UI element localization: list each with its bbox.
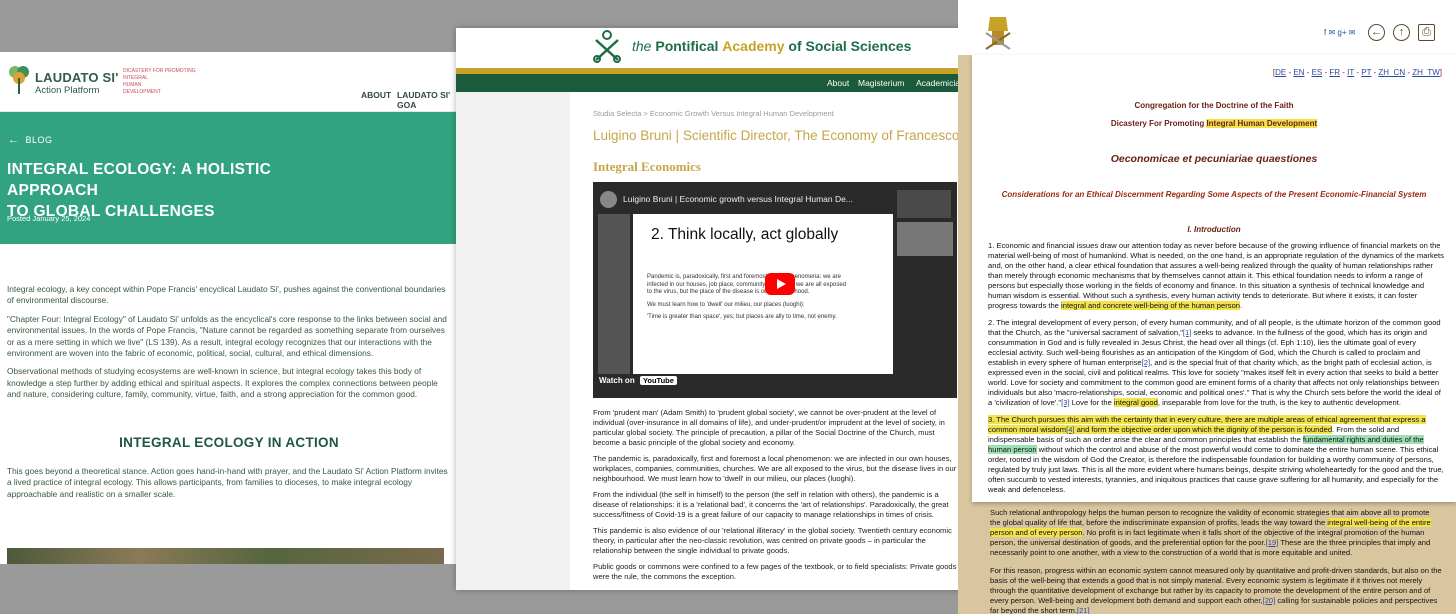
footnote-link[interactable]: [21] <box>1077 606 1090 614</box>
section-heading: I. Introduction <box>1187 225 1241 234</box>
section-title: Integral Economics <box>593 159 701 174</box>
main-nav: About Magisterium Academicia <box>456 74 962 92</box>
document-body: 1. Economic and financial issues draw ou… <box>988 241 1444 502</box>
lang-es[interactable]: ES <box>1312 68 1323 77</box>
footnote-link[interactable]: [20] <box>1263 596 1276 605</box>
back-to-blog-link[interactable]: ← BLOG <box>8 134 53 146</box>
article-text: From 'prudent man' (Adam Smith) to 'prud… <box>593 408 957 588</box>
paragraph: Integral ecology, a key concept within P… <box>7 284 446 306</box>
paragraph: "Chapter Four: Integral Ecology" of Laud… <box>7 313 447 359</box>
lang-pt[interactable]: PT <box>1361 68 1371 77</box>
nav-about[interactable]: ABOUT <box>361 90 391 100</box>
video-slide-thumbnails <box>598 214 630 374</box>
paragraph: From the individual (the self in himself… <box>593 490 949 519</box>
left-sidebar <box>456 92 570 590</box>
lang-zh-cn[interactable]: ZH_CN <box>1378 68 1405 77</box>
pontifical-academy-window: the Pontifical Academy of Social Science… <box>456 28 962 590</box>
social-share-icons[interactable]: f ✉ g+ ✉ <box>1324 28 1355 37</box>
paragraph: 2. The integral development of every per… <box>988 318 1441 407</box>
paragraph: 3. The Church pursues this aim with the … <box>988 415 1444 494</box>
lang-en[interactable]: EN <box>1293 68 1304 77</box>
nav-academicians[interactable]: Academicia <box>916 78 960 88</box>
papal-coat-of-arms-icon[interactable] <box>980 13 1016 53</box>
breadcrumb[interactable]: Studia Selecta > Economic Growth Versus … <box>593 109 834 118</box>
video-slide: 2. Think locally, act globally Pandemic … <box>633 214 893 374</box>
slide-bullet: Pandemic is, paradoxically, first and fo… <box>647 274 846 295</box>
issuing-dicastery: Dicastery For Promoting Integral Human D… <box>1110 119 1318 128</box>
watch-on-youtube-link[interactable]: Watch on YouTube <box>599 376 677 390</box>
paragraph: This pandemic is also evidence of our 'r… <box>593 526 952 555</box>
paragraph: Public goods or commons were confined to… <box>593 562 957 581</box>
footnote-link[interactable]: [2] <box>1142 358 1150 367</box>
article-body: Integral ecology, a key concept within P… <box>0 244 458 500</box>
paragraph: This goes beyond a theoretical stance. A… <box>7 466 448 499</box>
brand-title: LAUDATO SI' <box>35 70 119 85</box>
background-document-text: Such relational anthropology helps the h… <box>990 508 1442 614</box>
youtube-logo-icon: YouTube <box>639 376 677 386</box>
paragraph: 1. Economic and financial issues draw ou… <box>988 241 1444 310</box>
nav-about[interactable]: About <box>827 78 849 88</box>
language-links: [DE - EN - ES - FR - IT - PT - ZH_CN - Z… <box>1272 68 1442 77</box>
lang-de[interactable]: DE <box>1275 68 1286 77</box>
vatican-toolbar: f ✉ g+ ✉ ← ↑ ⎙ <box>958 0 1456 55</box>
laudato-si-window: LAUDATO SI' Action Platform DICASTERY FO… <box>0 52 458 564</box>
tree-logo-icon[interactable] <box>7 64 31 96</box>
arrow-left-icon: ← <box>8 134 20 146</box>
video-title[interactable]: Luigino Bruni | Economic growth versus I… <box>623 194 853 204</box>
slide-bullet: We must learn how to 'dwell' our milieu,… <box>647 301 805 308</box>
slide-bullet: 'Time is greater than space', yes; but p… <box>647 314 837 320</box>
lang-fr[interactable]: FR <box>1329 68 1340 77</box>
channel-avatar[interactable] <box>600 191 617 208</box>
top-arrow-icon[interactable]: ↑ <box>1393 24 1410 41</box>
footnote-link[interactable]: [3] <box>1061 398 1069 407</box>
article-photo <box>7 548 444 564</box>
crossed-keys-logo-icon[interactable] <box>592 30 622 64</box>
site-header: LAUDATO SI' Action Platform DICASTERY FO… <box>0 52 458 112</box>
paragraph: Observational methods of studying ecosys… <box>7 366 438 400</box>
paragraph: From 'prudent man' (Adam Smith) to 'prud… <box>593 408 945 447</box>
brand-subtitle: Action Platform <box>35 85 100 96</box>
youtube-play-button-icon[interactable] <box>765 273 795 295</box>
lang-zh-tw[interactable]: ZH_TW <box>1412 68 1440 77</box>
footnote-link[interactable]: [19] <box>1266 538 1279 547</box>
footnote-link[interactable]: [4] <box>1066 425 1075 434</box>
site-header: the Pontifical Academy of Social Science… <box>456 28 962 68</box>
dicastery-logo[interactable]: DICASTERY FOR PROMOTING INTEGRAL HUMAN D… <box>123 68 203 96</box>
document-subtitle: Considerations for an Ethical Discernmen… <box>1001 190 1427 199</box>
print-icon[interactable]: ⎙ <box>1418 24 1435 41</box>
issuing-congregation: Congregation for the Doctrine of the Fai… <box>1134 101 1294 110</box>
section-heading: INTEGRAL ECOLOGY IN ACTION <box>119 434 339 450</box>
site-title[interactable]: the Pontifical Academy of Social Science… <box>632 38 911 54</box>
speaker-webcam <box>897 222 953 256</box>
hero-banner: ← BLOG INTEGRAL ECOLOGY: A HOLISTIC APPRO… <box>0 112 458 244</box>
video-player[interactable]: Luigino Bruni | Economic growth versus I… <box>593 182 957 398</box>
article-title: INTEGRAL ECOLOGY: A HOLISTIC APPROACH TO… <box>7 161 272 220</box>
document-title: Oeconomicae et pecuniariae quaestiones <box>1110 153 1318 165</box>
author-heading: Luigino Bruni | Scientific Director, The… <box>593 128 960 143</box>
nav-magisterium[interactable]: Magisterium <box>858 78 904 88</box>
slide-title: 2. Think locally, act globally <box>651 226 839 243</box>
watch-later-share[interactable] <box>897 190 951 218</box>
back-arrow-icon[interactable]: ← <box>1368 24 1385 41</box>
slide-bullets: Pandemic is, paradoxically, first and fo… <box>647 274 847 327</box>
nav-laudato-goals[interactable]: LAUDATO SI' GOA <box>397 90 458 110</box>
paragraph: The pandemic is, paradoxically, first an… <box>593 454 957 483</box>
post-date: Posted January 25, 2024 <box>7 214 91 223</box>
paragraph: For this reason, progress within an econ… <box>990 566 1442 614</box>
document-page: [DE - EN - ES - FR - IT - PT - ZH_CN - Z… <box>972 55 1456 502</box>
vatican-document-window: f ✉ g+ ✉ ← ↑ ⎙ [DE - EN - ES - FR - IT -… <box>958 0 1456 614</box>
paragraph: Such relational anthropology helps the h… <box>990 508 1431 557</box>
